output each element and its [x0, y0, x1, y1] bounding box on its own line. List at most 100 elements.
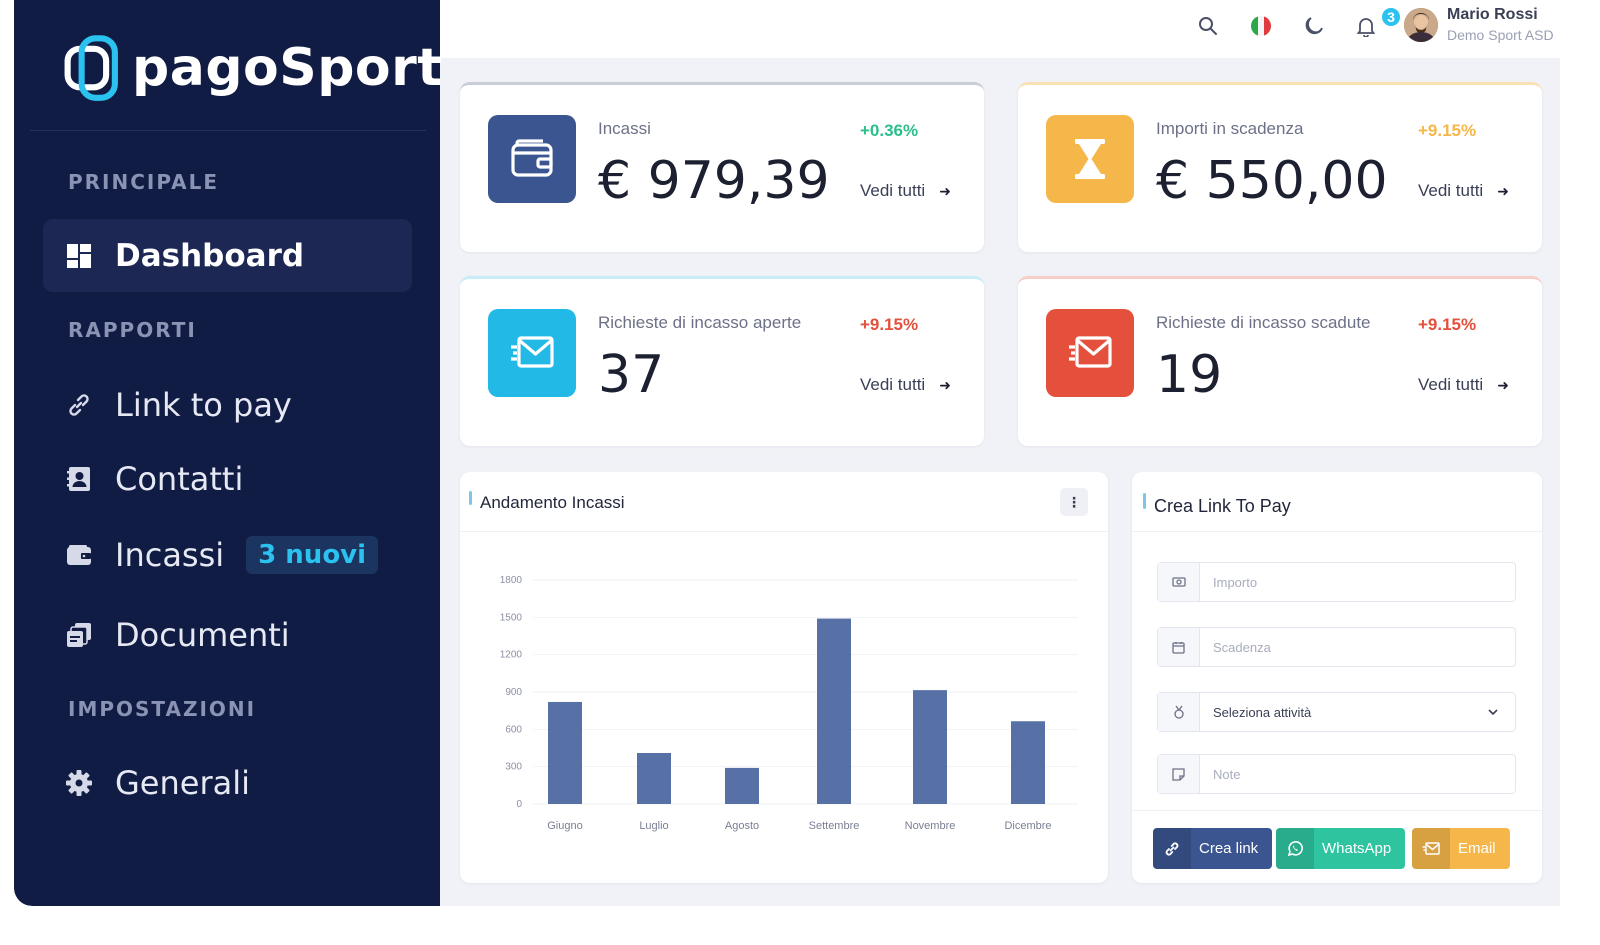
importo-field[interactable]: Importo: [1157, 562, 1516, 602]
stat-card-richieste-scadute: Richieste di incasso scadute 19 +9.15% V…: [1018, 276, 1542, 446]
note-field[interactable]: Note: [1157, 754, 1516, 794]
italy-flag-icon[interactable]: [1249, 14, 1273, 38]
sidebar-item-label: Dashboard: [115, 237, 305, 274]
importo-placeholder: Importo: [1213, 574, 1258, 590]
search-icon[interactable]: [1196, 14, 1220, 38]
whatsapp-icon: [1276, 828, 1314, 869]
stat-card-incassi: Incassi € 979,39 +0.36% Vedi tutti ➜: [460, 82, 984, 252]
user-name[interactable]: Mario Rossi: [1447, 6, 1538, 24]
section-rapporti: RAPPORTI: [68, 318, 197, 342]
note-icon: [1158, 755, 1200, 793]
wallet-icon: [65, 541, 93, 569]
view-all-label: Vedi tutti: [1418, 181, 1484, 200]
stat-delta: +0.36%: [860, 121, 919, 140]
sidebar: pagoSport PRINCIPALE Dashboard RAPPORTI …: [14, 0, 443, 906]
y-tick-label: 1500: [500, 612, 523, 623]
user-organization: Demo Sport ASD: [1447, 27, 1554, 43]
title-accent: [1143, 493, 1146, 509]
sidebar-item-label: Incassi: [115, 535, 225, 574]
stat-title: Importi in scadenza: [1156, 119, 1304, 138]
brand-logo[interactable]: pagoSport: [58, 28, 443, 108]
dashboard-icon: [65, 242, 93, 270]
divider: [30, 130, 426, 131]
sidebar-item-label: Link to pay: [115, 385, 292, 424]
envelope-fast-icon: [488, 309, 576, 397]
scadenza-field[interactable]: Scadenza: [1157, 627, 1516, 667]
sidebar-item-label: Generali: [115, 763, 250, 802]
stat-value: € 979,39: [598, 151, 830, 211]
bell-icon[interactable]: [1354, 14, 1378, 38]
view-all-label: Vedi tutti: [860, 181, 926, 200]
x-tick-label: Giugno: [547, 820, 582, 832]
sidebar-item-documenti[interactable]: Documenti: [43, 598, 412, 671]
sidebar-item-generali[interactable]: Generali: [43, 746, 412, 819]
card-header: Crea Link To Pay: [1132, 472, 1542, 532]
section-impostazioni: IMPOSTAZIONI: [68, 697, 257, 721]
note-placeholder: Note: [1213, 766, 1241, 782]
view-all-link[interactable]: Vedi tutti ➜: [1418, 181, 1509, 201]
stat-card-importi-scadenza: Importi in scadenza € 550,00 +9.15% Vedi…: [1018, 82, 1542, 252]
sidebar-item-dashboard[interactable]: Dashboard: [43, 219, 412, 292]
attivita-select[interactable]: Seleziona attività: [1157, 692, 1516, 732]
form-title: Crea Link To Pay: [1154, 496, 1291, 516]
bar-chart: 0 300 600 900 1200 1500 1800 Giugno Luglio Agosto…: [500, 575, 1078, 832]
stat-delta: +9.15%: [1418, 121, 1477, 140]
bar: [637, 752, 671, 804]
calendar-icon: [1158, 628, 1200, 666]
sidebar-item-contatti[interactable]: Contatti: [43, 442, 412, 515]
y-tick-label: 600: [505, 724, 522, 735]
bar: [913, 690, 947, 804]
stat-value: 19: [1156, 345, 1223, 405]
view-all-link[interactable]: Vedi tutti ➜: [1418, 375, 1509, 395]
title-accent: [469, 491, 472, 505]
x-tick-label: Settembre: [809, 820, 860, 832]
view-all-link[interactable]: Vedi tutti ➜: [860, 375, 951, 395]
stat-card-richieste-aperte: Richieste di incasso aperte 37 +9.15% Ve…: [460, 276, 984, 446]
topbar: 3 Mario Rossi Demo Sport ASD: [440, 0, 1560, 58]
x-tick-label: Agosto: [725, 820, 759, 832]
stat-value: € 550,00: [1156, 151, 1388, 211]
card-header: Andamento Incassi ⋮: [460, 472, 1108, 532]
crea-link-button[interactable]: Crea link: [1153, 828, 1273, 869]
email-icon: [1412, 828, 1450, 869]
more-options-icon[interactable]: ⋮: [1060, 488, 1088, 516]
x-tick-label: Novembre: [905, 820, 956, 832]
divider: [1132, 810, 1542, 811]
stat-title: Richieste di incasso scadute: [1156, 313, 1371, 332]
gear-icon: [65, 769, 93, 797]
email-label: Email: [1458, 840, 1496, 857]
view-all-link[interactable]: Vedi tutti ➜: [860, 181, 951, 201]
app-frame: pagoSport PRINCIPALE Dashboard RAPPORTI …: [14, 0, 1560, 906]
scadenza-placeholder: Scadenza: [1213, 639, 1271, 655]
bar: [817, 618, 851, 804]
whatsapp-label: WhatsApp: [1322, 840, 1392, 857]
sidebar-item-link-to-pay[interactable]: Link to pay: [43, 368, 412, 441]
documents-icon: [65, 621, 93, 649]
arrow-right-icon: ➜: [1497, 376, 1509, 393]
brand-name: pagoSport: [132, 38, 443, 98]
y-tick-label: 1800: [500, 575, 523, 586]
dark-mode-moon-icon[interactable]: [1302, 14, 1326, 38]
sidebar-item-label: Documenti: [115, 615, 290, 654]
sidebar-item-incassi[interactable]: Incassi 3 nuovi: [43, 518, 412, 591]
wallet-icon: [488, 115, 576, 203]
envelope-fast-icon: [1046, 309, 1134, 397]
avatar[interactable]: [1404, 8, 1438, 42]
stat-value: 37: [598, 345, 665, 405]
stat-title: Incassi: [598, 119, 651, 138]
attivita-selected-value: Seleziona attività: [1213, 704, 1312, 720]
sidebar-item-label: Contatti: [115, 459, 244, 498]
money-icon: [1158, 563, 1200, 601]
arrow-right-icon: ➜: [1497, 182, 1509, 199]
view-all-label: Vedi tutti: [1418, 375, 1484, 394]
chevron-down-icon: [1487, 705, 1499, 723]
whatsapp-button[interactable]: WhatsApp: [1276, 828, 1406, 869]
logo-mark-icon: [64, 35, 118, 101]
y-tick-label: 300: [505, 762, 522, 773]
medal-icon: [1158, 693, 1200, 731]
email-button[interactable]: Email: [1412, 828, 1510, 869]
notification-count-badge: 3: [1380, 6, 1402, 28]
link-icon: [1153, 828, 1191, 869]
y-tick-label: 900: [505, 687, 522, 698]
hourglass-icon: [1046, 115, 1134, 203]
